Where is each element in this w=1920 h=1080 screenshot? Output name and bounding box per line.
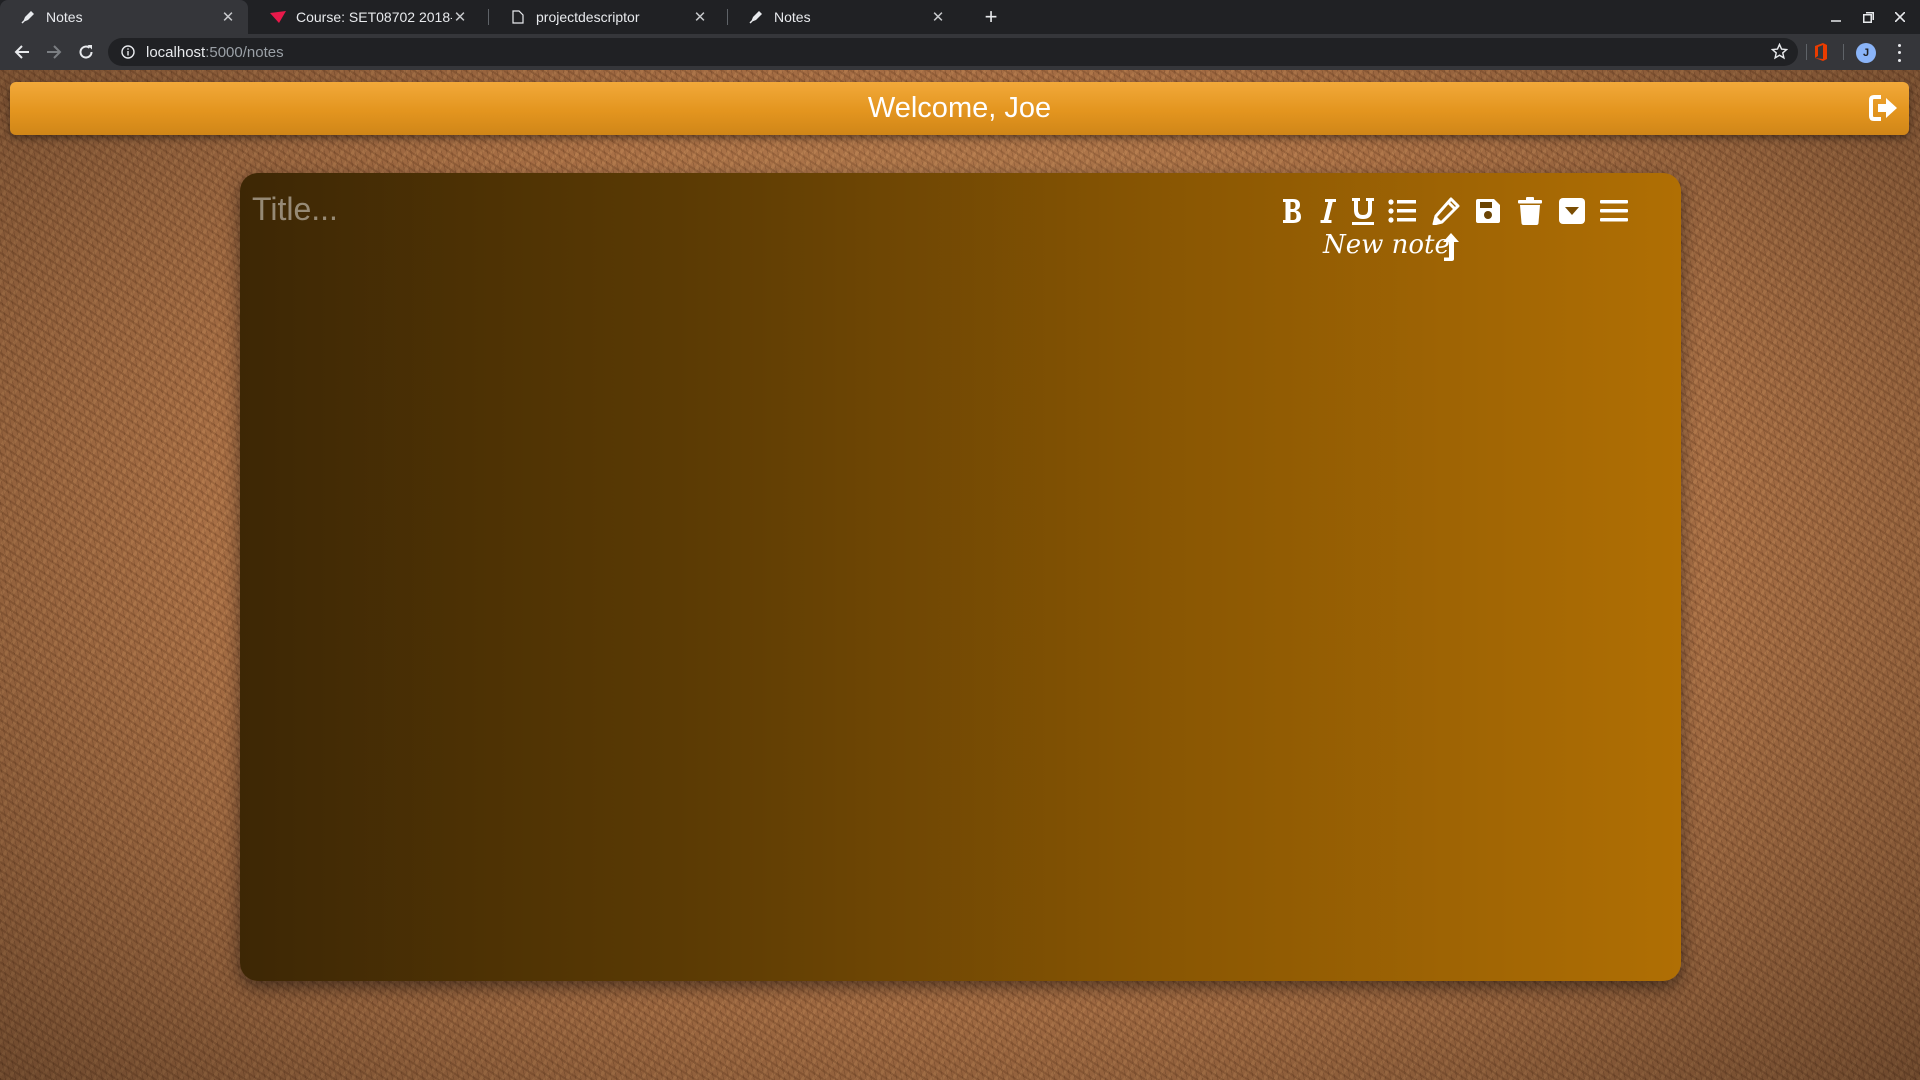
trash-icon[interactable] [1513, 193, 1547, 229]
minimize-window-icon[interactable] [1820, 0, 1852, 34]
tab-divider [488, 9, 489, 25]
list-icon[interactable] [1385, 193, 1419, 229]
new-tab-button[interactable]: + [977, 4, 1005, 30]
browser-tab-notes-2[interactable]: Notes ✕ [728, 0, 958, 34]
sign-out-icon[interactable] [1869, 94, 1899, 122]
note-title-input[interactable] [252, 187, 952, 231]
address-bar[interactable]: localhost:5000/notes [108, 38, 1798, 66]
browser-tab-notes[interactable]: Notes ✕ [0, 0, 248, 34]
dropdown-icon[interactable] [1555, 193, 1589, 229]
tab-title: Notes [46, 9, 83, 25]
close-icon[interactable]: ✕ [930, 8, 946, 26]
note-editor: New note [240, 173, 1681, 981]
underline-icon[interactable] [1346, 193, 1380, 229]
tab-title: Course: SET08702 2018-9 T [296, 9, 452, 25]
close-icon[interactable]: ✕ [452, 8, 468, 26]
new-note-hint: New note [1323, 230, 1450, 260]
pencil-icon[interactable] [1429, 193, 1463, 229]
browser-tab-course[interactable]: Course: SET08702 2018-9 T ✕ [250, 0, 480, 34]
tab-title: Notes [774, 9, 811, 25]
close-icon[interactable]: ✕ [220, 8, 236, 26]
browser-tab-projectdescriptor[interactable]: projectdescriptor ✕ [490, 0, 720, 34]
document-favicon-icon [510, 9, 526, 25]
notes-favicon-icon [20, 9, 36, 25]
forward-arrow-icon[interactable] [40, 38, 68, 66]
browser-toolbar: localhost:5000/notes [0, 34, 1920, 70]
close-window-icon[interactable] [1884, 0, 1916, 34]
site-info-icon[interactable] [120, 44, 136, 60]
toolbar-divider [1843, 44, 1844, 60]
reload-icon[interactable] [72, 38, 100, 66]
arrow-up-icon [1443, 233, 1459, 261]
url-host: localhost [146, 43, 206, 61]
tab-title: projectdescriptor [536, 9, 640, 25]
bookmark-star-icon[interactable] [1770, 42, 1789, 64]
bold-icon[interactable] [1275, 193, 1309, 229]
back-arrow-icon[interactable] [8, 38, 36, 66]
toolbar-divider [1806, 44, 1807, 60]
page-viewport: Welcome, Joe Title... New note [0, 70, 1920, 1080]
url-path: :5000/notes [205, 43, 284, 61]
app-header: Welcome, Joe [10, 82, 1909, 135]
browser-tabstrip: Notes ✕ Course: SET08702 2018-9 T ✕ proj… [0, 0, 1920, 34]
restore-window-icon[interactable] [1852, 0, 1884, 34]
notes-favicon-icon [748, 9, 764, 25]
profile-avatar[interactable]: J [1856, 43, 1876, 63]
save-icon[interactable] [1471, 193, 1505, 229]
close-icon[interactable]: ✕ [692, 8, 708, 26]
office-extension-icon[interactable] [1814, 43, 1828, 61]
menu-icon[interactable] [1597, 193, 1631, 229]
italic-icon[interactable] [1311, 193, 1345, 229]
welcome-heading: Welcome, Joe [867, 92, 1052, 124]
browser-menu-icon[interactable] [1892, 42, 1906, 64]
moodle-favicon-icon [270, 9, 286, 25]
